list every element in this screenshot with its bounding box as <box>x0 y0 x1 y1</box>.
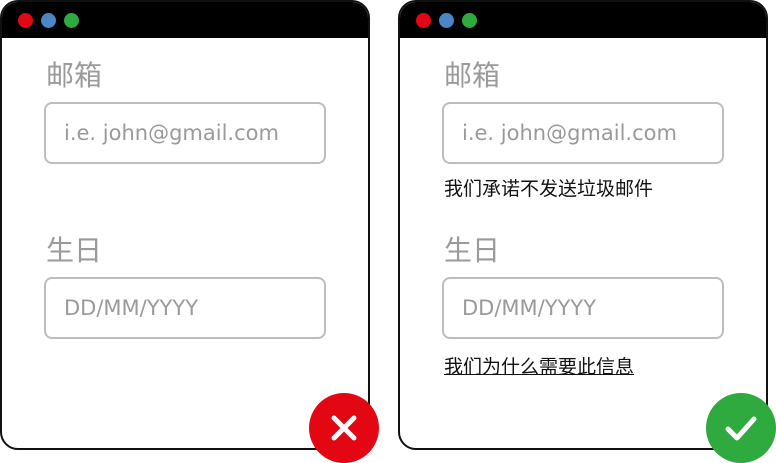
window-titlebar <box>400 2 766 38</box>
good-example-window: 邮箱 i.e. john@gmail.com 我们承诺不发送垃圾邮件 生日 DD… <box>398 0 768 450</box>
check-icon <box>725 416 757 441</box>
incorrect-badge <box>309 393 379 463</box>
email-field[interactable]: i.e. john@gmail.com <box>442 102 724 164</box>
birthday-field[interactable]: DD/MM/YYYY <box>442 277 724 339</box>
window-titlebar <box>2 2 368 38</box>
minimize-window-dot[interactable] <box>41 13 56 28</box>
email-placeholder: i.e. john@gmail.com <box>462 121 677 145</box>
birthday-field[interactable]: DD/MM/YYYY <box>44 277 326 339</box>
email-label: 邮箱 <box>46 59 103 92</box>
birthday-placeholder: DD/MM/YYYY <box>64 296 199 320</box>
close-window-dot[interactable] <box>416 13 431 28</box>
close-window-dot[interactable] <box>18 13 33 28</box>
email-placeholder: i.e. john@gmail.com <box>64 121 279 145</box>
birthday-label: 生日 <box>46 234 103 267</box>
email-helper-text: 我们承诺不发送垃圾邮件 <box>444 178 654 200</box>
bad-example-window: 邮箱 i.e. john@gmail.com 生日 DD/MM/YYYY <box>0 0 370 450</box>
birthday-label: 生日 <box>444 234 501 267</box>
why-needed-link[interactable]: 我们为什么需要此信息 <box>444 358 634 377</box>
minimize-window-dot[interactable] <box>439 13 454 28</box>
email-label: 邮箱 <box>444 59 501 92</box>
close-icon <box>331 415 357 441</box>
email-field[interactable]: i.e. john@gmail.com <box>44 102 326 164</box>
correct-badge <box>706 393 776 463</box>
maximize-window-dot[interactable] <box>462 13 477 28</box>
maximize-window-dot[interactable] <box>64 13 79 28</box>
birthday-placeholder: DD/MM/YYYY <box>462 296 597 320</box>
